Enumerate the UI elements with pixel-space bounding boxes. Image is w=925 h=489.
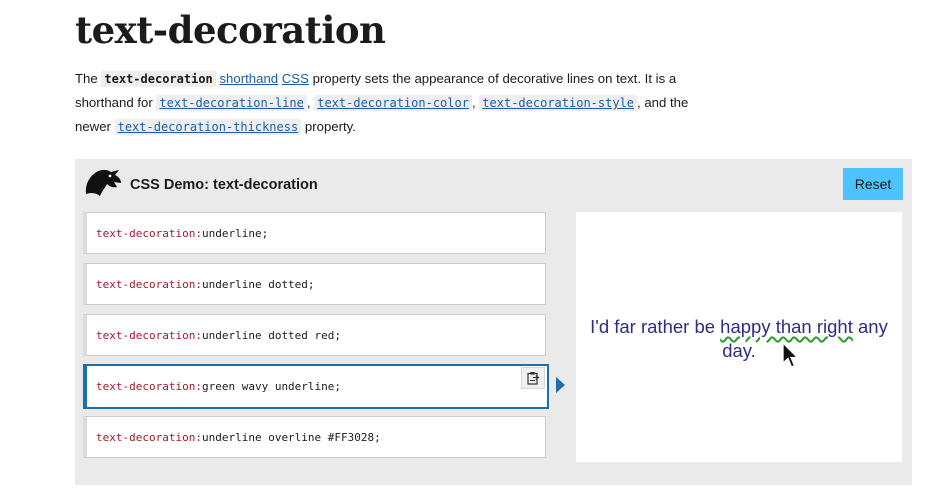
choice-value: underline overline #FF3028;: [201, 430, 381, 444]
choice-value: underline dotted;: [201, 277, 315, 291]
intro-separator: ,: [471, 95, 476, 110]
output-panel: I'd far rather be happy than right any d…: [576, 212, 902, 462]
text-decoration-style-code: text-decoration-style: [479, 95, 638, 111]
choice-property: text-decoration:: [96, 328, 202, 342]
choice-option[interactable]: text-decoration: underline dotted red;: [83, 314, 546, 356]
output-text-decorated: happy than right: [720, 316, 853, 337]
choice-option[interactable]: text-decoration: underline overline #FF3…: [83, 416, 546, 458]
choice-option-selected[interactable]: text-decoration: green wavy underline;: [83, 364, 549, 409]
text-decoration-thickness-code: text-decoration-thickness: [114, 119, 302, 135]
reset-button[interactable]: Reset: [843, 168, 903, 200]
page-title: text-decoration: [75, 8, 386, 52]
choice-value: underline;: [201, 226, 269, 240]
text-decoration-thickness-link[interactable]: text-decoration-thickness: [114, 119, 302, 135]
choice-option[interactable]: text-decoration: underline;: [83, 212, 546, 254]
mouse-pointer-icon: [782, 342, 800, 368]
text-decoration-line-code: text-decoration-line: [156, 95, 307, 111]
choice-property: text-decoration:: [96, 277, 202, 291]
intro-text: property.: [304, 119, 356, 134]
clipboard-icon: [527, 372, 540, 385]
intro-text: The: [75, 71, 98, 86]
text-decoration-style-link[interactable]: text-decoration-style: [479, 95, 638, 111]
choice-property: text-decoration:: [96, 430, 202, 444]
output-text-before: I'd far rather be: [590, 316, 721, 337]
choice-property: text-decoration:: [96, 380, 202, 393]
copy-button[interactable]: [521, 367, 545, 389]
demo-header: CSS Demo: text-decoration Reset: [75, 159, 912, 211]
output-text: I'd far rather be happy than right any d…: [576, 315, 902, 363]
text-decoration-line-link[interactable]: text-decoration-line: [156, 95, 307, 111]
choice-option[interactable]: text-decoration: underline dotted;: [83, 263, 546, 305]
text-decoration-color-code: text-decoration-color: [314, 95, 472, 111]
demo-title: CSS Demo: text-decoration: [130, 177, 318, 193]
intro-paragraph: The text-decoration shorthand CSS proper…: [75, 67, 715, 139]
choice-value: underline dotted red;: [201, 328, 342, 342]
intro-code-text-decoration: text-decoration: [101, 71, 216, 87]
choice-value: green wavy underline;: [201, 380, 342, 393]
css-link[interactable]: CSS: [282, 71, 309, 86]
selected-arrow-icon: [556, 377, 565, 393]
intro-separator: ,: [306, 95, 311, 110]
choice-property: text-decoration:: [96, 226, 202, 240]
dino-head-icon: [85, 169, 121, 196]
text-decoration-color-link[interactable]: text-decoration-color: [314, 95, 472, 111]
css-demo-panel: CSS Demo: text-decoration Reset text-dec…: [75, 159, 912, 485]
shorthand-link[interactable]: shorthand: [219, 71, 278, 86]
